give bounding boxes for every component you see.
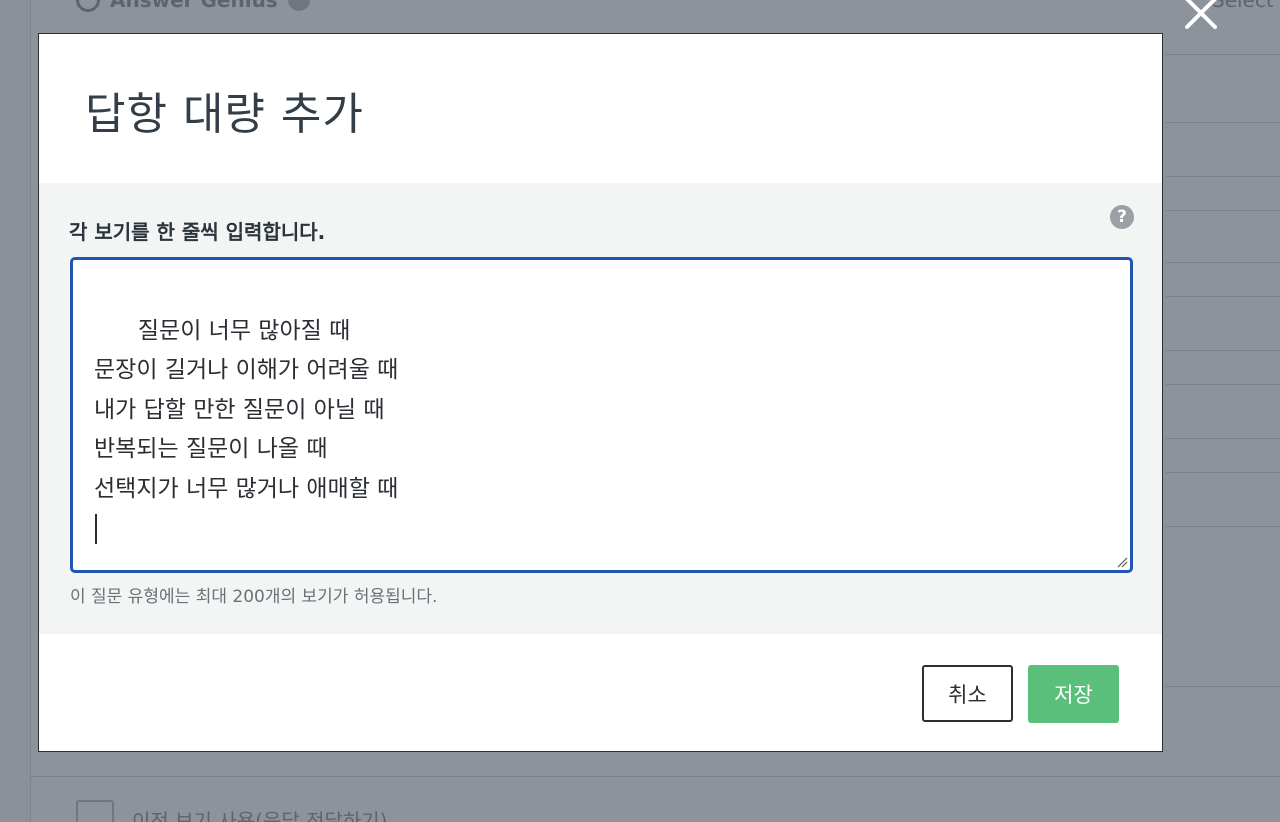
answers-textarea[interactable]: 질문이 너무 많아질 때 문장이 길거나 이해가 어려울 때 내가 답할 만한 … xyxy=(70,257,1133,573)
divider xyxy=(1166,686,1280,687)
resize-handle-icon[interactable] xyxy=(1116,556,1128,568)
divider xyxy=(1166,262,1280,263)
close-icon[interactable] xyxy=(1180,0,1222,34)
radio-icon xyxy=(76,0,100,12)
question-mark-icon[interactable]: ? xyxy=(1110,205,1134,229)
answer-limit-note: 이 질문 유형에는 최대 200개의 보기가 허용됩니다. xyxy=(70,587,438,607)
divider xyxy=(1166,176,1280,177)
divider xyxy=(1166,350,1280,351)
background-top-label: Answer Genius xyxy=(110,0,278,12)
dialog-body: 각 보기를 한 줄씩 입력합니다. ? 질문이 너무 많아질 때 문장이 길거나… xyxy=(39,183,1162,634)
checkbox-icon xyxy=(76,800,114,822)
divider xyxy=(1166,526,1280,527)
background-bottom-row: 이전 보기 사용(응답 전달하기) xyxy=(76,800,387,822)
background-bottom-label: 이전 보기 사용(응답 전달하기) xyxy=(132,808,388,822)
divider xyxy=(1166,296,1280,297)
divider xyxy=(30,776,1280,777)
text-caret xyxy=(95,513,97,544)
divider xyxy=(1166,384,1280,385)
help-icon xyxy=(287,0,310,11)
bulk-add-answers-dialog: 답항 대량 추가 각 보기를 한 줄씩 입력합니다. ? 질문이 너무 많아질 … xyxy=(38,33,1163,752)
divider xyxy=(1166,122,1280,123)
background-top-row: Answer Genius xyxy=(76,0,310,14)
dialog-title: 답항 대량 추가 xyxy=(85,89,364,140)
divider xyxy=(1166,472,1280,473)
divider xyxy=(1166,54,1280,55)
divider xyxy=(1166,438,1280,439)
divider xyxy=(1166,210,1280,211)
cancel-button[interactable]: 취소 xyxy=(922,665,1013,722)
instruction-label: 각 보기를 한 줄씩 입력합니다. xyxy=(69,220,326,244)
save-button[interactable]: 저장 xyxy=(1028,665,1119,723)
answers-text: 질문이 너무 많아질 때 문장이 길거나 이해가 어려울 때 내가 답할 만한 … xyxy=(94,317,399,502)
